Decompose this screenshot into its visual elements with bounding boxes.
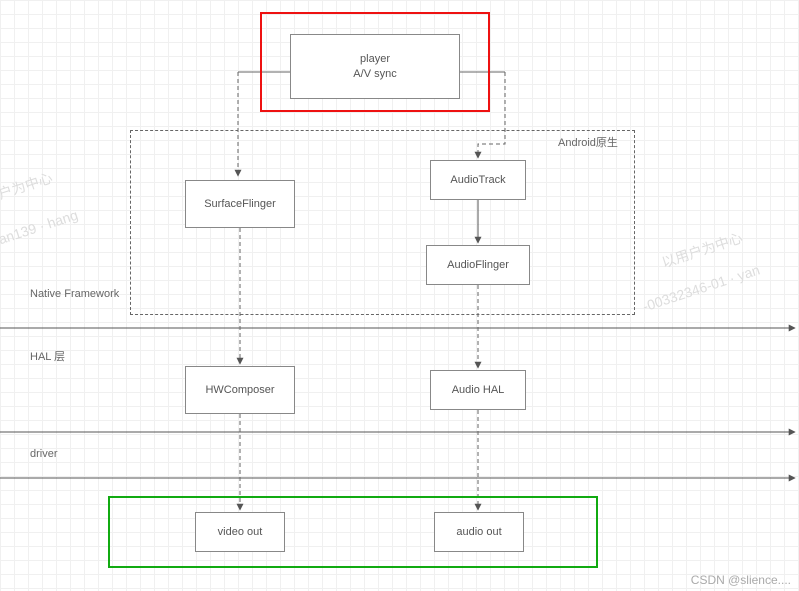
hal-layer-label: HAL 层 [30, 348, 65, 364]
footer-credit: CSDN @slience.... [691, 573, 791, 587]
player-label-line1: player [353, 52, 396, 66]
node-audioout: audio out [434, 512, 524, 552]
node-surfaceflinger: SurfaceFlinger [185, 180, 295, 228]
bottom-frame [108, 496, 598, 568]
native-framework-label: Native Framework [30, 288, 119, 301]
android-native-label: Android原生 [558, 134, 618, 150]
node-audiohal: Audio HAL [430, 370, 526, 410]
node-player: player A/V sync [290, 34, 460, 99]
driver-label: driver [30, 448, 58, 460]
node-audiotrack: AudioTrack [430, 160, 526, 200]
node-audioflinger: AudioFlinger [426, 245, 530, 285]
node-hwcomposer: HWComposer [185, 366, 295, 414]
node-videoout: video out [195, 512, 285, 552]
player-label-line2: A/V sync [353, 67, 396, 81]
